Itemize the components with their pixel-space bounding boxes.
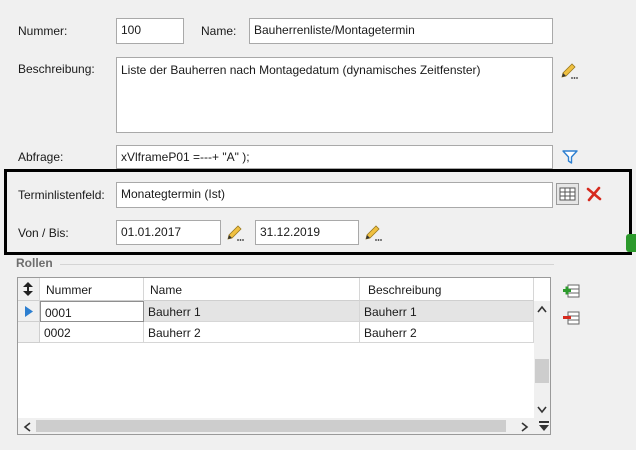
row-indicator[interactable] xyxy=(18,301,40,322)
vertical-scroll-thumb[interactable] xyxy=(535,359,549,383)
horizontal-scrollbar[interactable] xyxy=(18,418,550,434)
column-header-name[interactable]: Name xyxy=(144,278,360,301)
beschreibung-field[interactable]: Liste der Bauherren nach Montagedatum (d… xyxy=(116,57,553,133)
pencil-icon[interactable] xyxy=(559,61,579,81)
rollen-title: Rollen xyxy=(16,256,53,270)
von-pencil-icon[interactable] xyxy=(225,223,245,243)
add-row-icon[interactable] xyxy=(562,281,580,299)
cell-beschreibung[interactable]: Bauherr 1 xyxy=(360,301,534,322)
red-x-icon[interactable] xyxy=(586,186,602,202)
nummer-field[interactable]: 100 xyxy=(116,18,184,44)
terminlistenfeld-label: Terminlistenfeld: xyxy=(18,188,105,202)
current-row-arrow-icon xyxy=(25,306,33,317)
vertical-scrollbar[interactable] xyxy=(534,301,550,434)
filter-icon[interactable] xyxy=(562,149,578,165)
terminlistenfeld-field[interactable]: Monategtermin (Ist) xyxy=(116,182,553,208)
bis-pencil-icon[interactable] xyxy=(363,223,383,243)
table-row[interactable]: 0002 Bauherr 2 Bauherr 2 xyxy=(18,322,534,343)
bis-date-field[interactable]: 31.12.2019 xyxy=(255,220,359,245)
scroll-right-icon[interactable] xyxy=(521,422,529,432)
rollen-grid[interactable]: Nummer Name Beschreibung 0001 Bauherr 1 … xyxy=(17,277,551,435)
cell-beschreibung[interactable]: Bauherr 2 xyxy=(360,322,534,343)
cell-name[interactable]: Bauherr 1 xyxy=(144,301,360,322)
sort-header[interactable] xyxy=(18,278,40,301)
sort-arrows-icon[interactable] xyxy=(22,282,34,296)
name-label: Name: xyxy=(201,24,237,38)
horizontal-scroll-thumb[interactable] xyxy=(36,420,506,432)
table-icon[interactable] xyxy=(556,183,579,205)
cell-nummer[interactable]: 0001 xyxy=(40,301,144,322)
rollen-divider xyxy=(60,264,554,265)
column-header-beschreibung[interactable]: Beschreibung xyxy=(360,278,534,301)
scroll-down-icon[interactable] xyxy=(537,406,547,414)
von-date-field[interactable]: 01.01.2017 xyxy=(116,220,221,245)
scroll-corner-icon[interactable] xyxy=(538,420,550,432)
scroll-left-icon[interactable] xyxy=(23,422,31,432)
row-indicator[interactable] xyxy=(18,322,40,343)
table-row[interactable]: 0001 Bauherr 1 Bauherr 1 xyxy=(18,301,534,322)
abfrage-field[interactable]: xVlframeP01 =---+ "A" ); xyxy=(116,145,553,169)
abfrage-label: Abfrage: xyxy=(18,150,64,164)
nummer-label: Nummer: xyxy=(18,24,68,38)
scroll-up-icon[interactable] xyxy=(537,305,547,313)
column-header-nummer[interactable]: Nummer xyxy=(40,278,144,301)
name-field[interactable]: Bauherrenliste/Montagetermin xyxy=(249,18,553,44)
remove-row-icon[interactable] xyxy=(562,308,580,326)
beschreibung-label: Beschreibung: xyxy=(18,62,95,76)
green-side-button[interactable] xyxy=(626,234,636,252)
cell-name[interactable]: Bauherr 2 xyxy=(144,322,360,343)
vonbis-label: Von / Bis: xyxy=(18,226,69,240)
cell-nummer[interactable]: 0002 xyxy=(40,322,144,343)
